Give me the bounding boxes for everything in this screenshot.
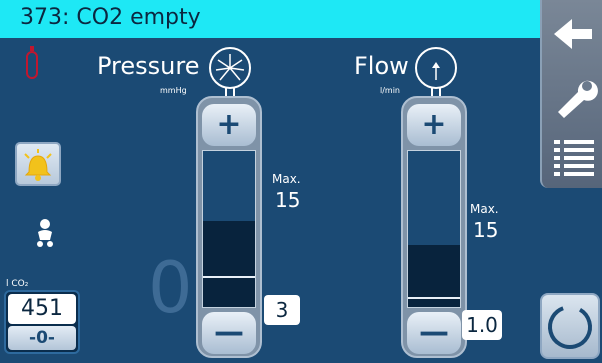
alarm-bar[interactable]: 373: CO2 empty xyxy=(0,0,540,38)
minus-icon: — xyxy=(214,315,244,350)
flow-gauge-icon xyxy=(415,47,457,96)
flow-title: Flow xyxy=(354,52,409,80)
baby-icon xyxy=(37,219,53,247)
pressure-fill xyxy=(203,221,255,307)
measured-pressure-value: 0 xyxy=(148,247,193,329)
co2-reset-button[interactable]: -0- xyxy=(8,326,76,350)
minus-icon: — xyxy=(419,315,449,350)
pressure-unit: mmHg xyxy=(160,86,187,95)
pressure-set-line xyxy=(203,276,255,278)
flow-slider[interactable]: + — xyxy=(401,96,467,358)
back-arrow-icon xyxy=(554,19,592,49)
pressure-slider[interactable]: + — xyxy=(196,96,262,358)
co2-volume-label: l CO₂ xyxy=(6,279,29,289)
menu-list-icon xyxy=(554,140,594,176)
flow-set-line xyxy=(408,297,460,299)
pressure-gauge-icon xyxy=(209,47,251,96)
pressure-set-value[interactable]: 3 xyxy=(264,295,300,325)
pressure-track[interactable] xyxy=(202,150,256,308)
flow-track[interactable] xyxy=(407,150,461,308)
back-button[interactable] xyxy=(542,4,602,64)
menu-button[interactable] xyxy=(542,128,602,188)
pressure-minus-button[interactable]: — xyxy=(202,312,256,354)
bell-icon xyxy=(24,149,52,181)
pressure-plus-button[interactable]: + xyxy=(202,104,256,146)
flow-minus-button[interactable]: — xyxy=(407,312,461,354)
plus-icon: + xyxy=(216,107,242,142)
flow-max-label: Max. xyxy=(470,202,499,216)
pressure-title: Pressure xyxy=(97,52,200,80)
nav-panel xyxy=(540,0,602,188)
pressure-max-value: 15 xyxy=(275,188,301,212)
power-icon xyxy=(548,305,592,349)
flow-plus-button[interactable]: + xyxy=(407,104,461,146)
co2-cylinder-icon xyxy=(26,46,38,79)
alarm-bell-button[interactable] xyxy=(15,142,61,186)
flow-set-value[interactable]: 1.0 xyxy=(462,310,502,340)
pressure-max-label: Max. xyxy=(272,172,301,186)
co2-volume-panel: 451 -0- xyxy=(4,290,80,354)
tools-button[interactable] xyxy=(542,66,602,126)
wrench-icon xyxy=(558,80,598,118)
standby-button[interactable] xyxy=(540,293,600,359)
co2-volume-value: 451 xyxy=(8,294,76,324)
flow-max-value: 15 xyxy=(473,218,499,242)
flow-unit: l/min xyxy=(380,86,401,95)
plus-icon: + xyxy=(421,107,447,142)
alarm-message: 373: CO2 empty xyxy=(20,5,201,30)
